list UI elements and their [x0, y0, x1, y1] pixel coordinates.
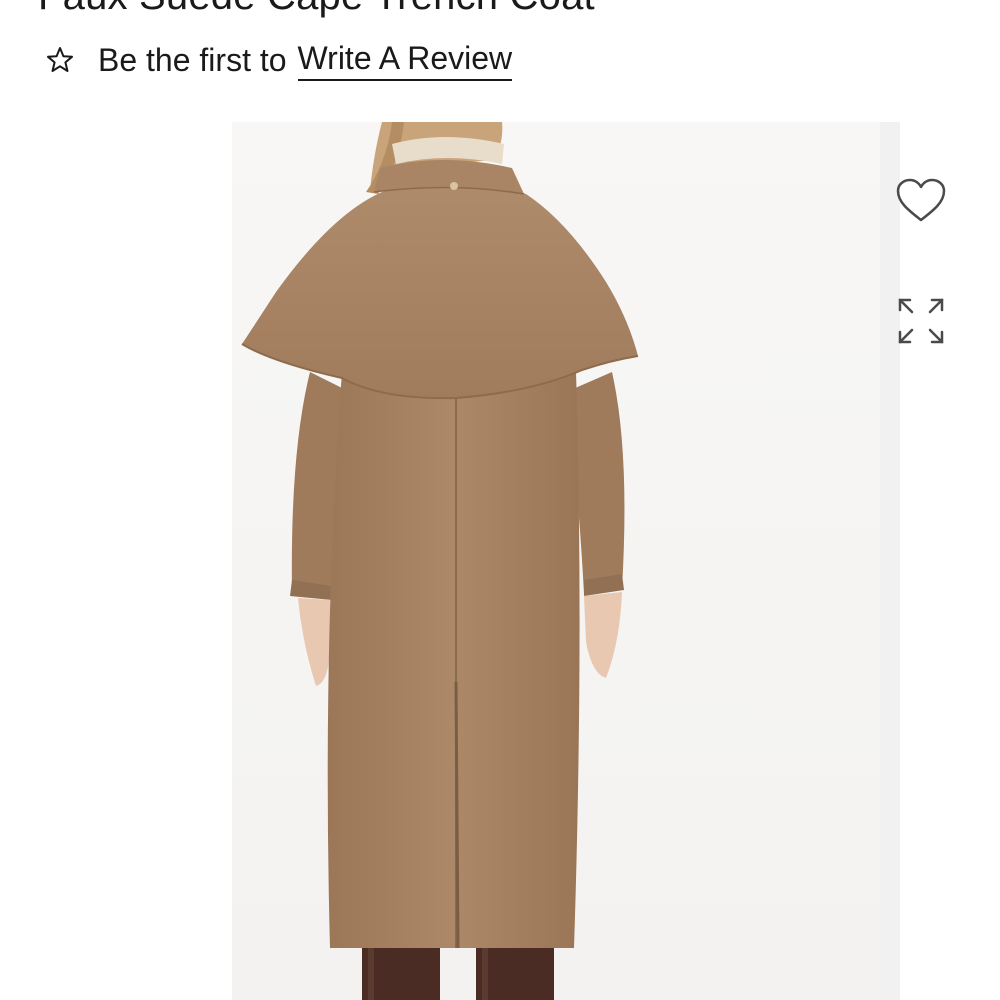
expand-arrows-icon[interactable]: [894, 294, 948, 348]
product-title: Faux Suede Cape Trench Coat: [38, 0, 595, 20]
product-image: [232, 122, 900, 1000]
star-outline-icon: [44, 44, 76, 76]
write-review-link[interactable]: Write A Review: [297, 40, 513, 81]
review-row: Be the first to Write A Review: [44, 38, 513, 82]
gallery-scroll-strip: [880, 122, 900, 1000]
heart-outline-icon[interactable]: [894, 176, 948, 226]
product-page: Faux Suede Cape Trench Coat Be the first…: [0, 0, 1000, 1000]
product-image-gallery[interactable]: [232, 122, 900, 1000]
review-prompt-text: Be the first to: [98, 41, 287, 78]
